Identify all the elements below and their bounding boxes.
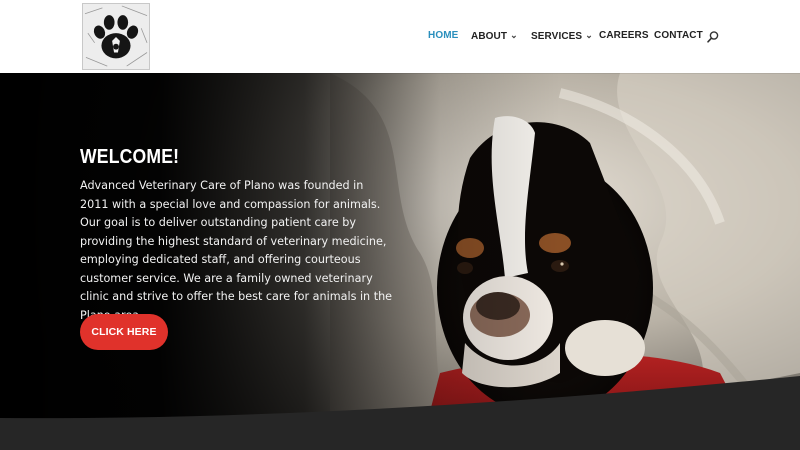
chevron-down-icon: ⌄ (585, 30, 593, 40)
hero-section: WELCOME! Advanced Veterinary Care of Pla… (0, 73, 800, 450)
hero-title: WELCOME! (80, 146, 180, 168)
site-header: HOME ABOUT ⌄ SERVICES ⌄ CAREERS CONTACT (0, 0, 800, 73)
nav-about[interactable]: ABOUT ⌄ (471, 30, 518, 43)
main-nav: HOME ABOUT ⌄ SERVICES ⌄ CAREERS CONTACT (0, 30, 800, 44)
search-icon[interactable] (706, 30, 720, 44)
section-divider (0, 376, 800, 450)
nav-about-label: ABOUT (471, 31, 508, 42)
nav-home-label: HOME (428, 30, 459, 41)
nav-services[interactable]: SERVICES ⌄ (531, 30, 593, 43)
nav-contact[interactable]: CONTACT (654, 30, 703, 42)
nav-careers-label: CAREERS (599, 30, 649, 41)
chevron-down-icon: ⌄ (510, 30, 518, 40)
hero-paragraph: Advanced Veterinary Care of Plano was fo… (80, 179, 393, 322)
nav-careers[interactable]: CAREERS (599, 30, 649, 42)
click-here-button[interactable]: CLICK HERE (80, 314, 168, 350)
nav-contact-label: CONTACT (654, 30, 703, 41)
hero-content: WELCOME! Advanced Veterinary Care of Pla… (80, 145, 395, 325)
nav-services-label: SERVICES (531, 31, 583, 42)
nav-home[interactable]: HOME (428, 30, 458, 42)
